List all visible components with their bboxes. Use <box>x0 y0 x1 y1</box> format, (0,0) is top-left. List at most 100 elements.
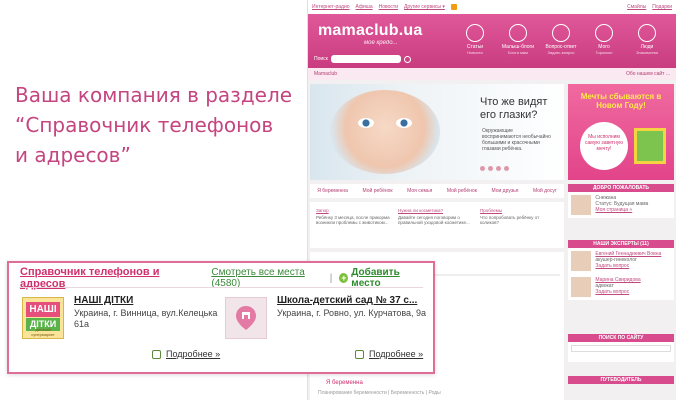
nav-sub: Гороскоп <box>595 50 613 55</box>
caption-line-1: Ваша компания в разделе <box>15 83 293 107</box>
promo-title: Мечты сбываются в Новом Году! <box>568 92 674 110</box>
welcome-body: Снежана Статус: Будущая мама Моя страниц… <box>568 192 674 218</box>
promo-banner[interactable]: Мечты сбываются в Новом Году! Мы исполни… <box>568 84 674 180</box>
question-icon <box>552 24 570 42</box>
breadcrumb-home[interactable]: Mamaclub <box>314 71 337 77</box>
logo-text: НАШІ <box>26 302 60 317</box>
more-link[interactable]: Подробнее » <box>355 349 423 359</box>
nav-item-mogo[interactable]: Мого Гороскоп <box>587 24 621 56</box>
blogs-icon <box>509 24 527 42</box>
more-label[interactable]: Подробнее » <box>166 349 220 359</box>
site-logo[interactable]: mamaclub.ua <box>318 22 422 40</box>
nav-item-blogs[interactable]: Малыш-блоги Блоги мам <box>501 24 535 56</box>
ask-question-link[interactable]: Задать вопрос <box>595 289 629 295</box>
company-logo[interactable]: НАШІ ДІТКИ дитячий супермаркет <box>22 297 64 339</box>
place-thumbnail[interactable] <box>225 297 267 339</box>
news-title[interactable]: Нужна ли косметика? <box>398 208 474 213</box>
eye-shape <box>358 118 374 128</box>
search-label: Поиск <box>314 56 328 62</box>
avatar[interactable] <box>571 195 591 215</box>
nav-sub: Блоги мам <box>508 50 528 55</box>
entry-name[interactable]: НАШІ ДІТКИ <box>74 295 133 306</box>
expert-photo[interactable] <box>571 277 591 297</box>
search-icon[interactable] <box>403 55 411 63</box>
caption-line-3: и адресов” <box>15 143 131 167</box>
topbar-link-gifts[interactable]: Подарки <box>652 4 672 10</box>
topbar-link-news[interactable]: Новости <box>379 4 398 10</box>
top-bar: Интернет-радио Афиша Новости Другие серв… <box>308 0 676 14</box>
entry-address: Украина, г. Винница, вул.Келецька 61а <box>74 308 218 329</box>
search-input[interactable] <box>330 55 401 63</box>
topbar-link-afisha[interactable]: Афиша <box>356 4 373 10</box>
my-page-link[interactable]: Моя страница » <box>595 207 632 213</box>
articles-icon <box>466 24 484 42</box>
map-pin-icon <box>236 306 256 330</box>
sidebar-search-input[interactable] <box>571 345 671 352</box>
add-icon[interactable]: + <box>339 273 349 283</box>
ask-question-link[interactable]: Задать вопрос <box>595 263 629 269</box>
hero-text: Окружающие воспринимаются необычайно бол… <box>482 128 551 152</box>
people-icon <box>638 24 656 42</box>
news-block: Запор Ребёнку 3 месяца, после прикорма во… <box>310 202 564 248</box>
site-sidebar: ДОБРО ПОЖАЛОВАТЬ Снежана Статус: Будущая… <box>568 184 674 384</box>
nav-item-qa[interactable]: Вопрос-ответ Задать вопрос <box>544 24 578 56</box>
promo-title-line: Мечты сбываются в <box>580 92 662 101</box>
hero-title-line: Что же видят <box>480 96 548 108</box>
logo-text: дитячий супермаркет <box>31 327 55 337</box>
experts-header: НАШИ ЭКСПЕРТЫ (11) <box>568 240 674 248</box>
tab-my-child[interactable]: Мой ребёнок <box>363 188 393 194</box>
header-nav: Статьи Новости Малыш-блоги Блоги мам Вопро… <box>458 24 664 56</box>
topbar-link-radio[interactable]: Интернет-радио <box>312 4 350 10</box>
details-icon <box>355 349 364 359</box>
tab-pregnant[interactable]: Я беременна <box>317 188 348 194</box>
topbar-link-services[interactable]: Другие сервисы ▾ <box>404 4 445 10</box>
directory-widget: Справочник телефонов и адресов Смотреть … <box>7 261 435 374</box>
slide-caption: Ваша компания в разделе “Справочник теле… <box>15 80 295 170</box>
hero-title: Что же видят его глазки? <box>480 96 547 122</box>
see-all-link[interactable]: Смотреть все места (4580) <box>211 267 322 289</box>
about-link[interactable]: Обо нашем сайт ... <box>626 71 670 77</box>
news-title[interactable]: Запор <box>316 208 392 213</box>
nav-sub: Задать вопрос <box>547 50 575 55</box>
tab-my-family[interactable]: Моя семья <box>407 188 432 194</box>
baby-photo <box>330 90 440 174</box>
nav-sub: Знакомства <box>636 50 658 55</box>
more-link[interactable]: Подробнее » <box>152 349 220 359</box>
tab-friends[interactable]: Мои друзья <box>492 188 519 194</box>
directory-entry: НАШІ ДІТКИ дитячий супермаркет НАШІ ДІТК… <box>22 295 222 365</box>
eye-shape <box>396 118 412 128</box>
section-links[interactable]: Планирование беременности | Беременность… <box>318 390 441 396</box>
news-title[interactable]: Проблемы <box>480 208 556 213</box>
expert-photo[interactable] <box>571 251 591 271</box>
directory-entry: Школа-детский сад № 37 с... Украина, г. … <box>225 295 427 365</box>
guide-header: ПУТЕВОДИТЕЛЬ <box>568 376 674 384</box>
entry-name[interactable]: Школа-детский сад № 37 с... <box>277 295 417 306</box>
welcome-header: ДОБРО ПОЖАЛОВАТЬ <box>568 184 674 192</box>
section-title[interactable]: Я беременна <box>326 380 363 386</box>
gift-icon <box>634 128 666 164</box>
tab-leisure[interactable]: Мой досуг <box>533 188 557 194</box>
news-text: Что попробовать ребёнку от коликов? <box>480 215 540 225</box>
news-item[interactable]: Нужна ли косметика? Давайте сегодня погов… <box>398 208 474 225</box>
site-header: mamaclub.ua моё кредо... Поиск Статьи Нов… <box>308 14 676 68</box>
news-item[interactable]: Проблемы Что попробовать ребёнку от колик… <box>480 208 556 225</box>
divider <box>19 287 423 288</box>
widget-header: Справочник телефонов и адресов Смотреть … <box>20 266 423 290</box>
nav-sub: Новости <box>467 50 483 55</box>
nav-item-people[interactable]: Люди Знакомства <box>630 24 664 56</box>
hero-pager[interactable] <box>480 166 509 171</box>
hero-banner[interactable]: Что же видят его глазки? Окружающие восп… <box>310 84 564 180</box>
more-label[interactable]: Подробнее » <box>369 349 423 359</box>
news-item[interactable]: Запор Ребёнку 3 месяца, после прикорма во… <box>316 208 392 225</box>
entry-address: Украина, г. Ровно, ул. Курчатова, 9а <box>277 308 427 318</box>
topbar-link-smiles[interactable]: Смайлы <box>627 4 646 10</box>
news-text: Давайте сегодня поговорим о правильной у… <box>398 215 470 225</box>
add-place-link[interactable]: Добавить место <box>351 267 423 289</box>
site-search-header: ПОИСК ПО САЙТУ <box>568 334 674 342</box>
rss-icon[interactable] <box>450 4 457 10</box>
tab-my-child-2[interactable]: Мой ребёнок <box>447 188 477 194</box>
promo-title-line: Новом Году! <box>596 101 646 110</box>
separator: | <box>329 272 333 284</box>
nav-item-articles[interactable]: Статьи Новости <box>458 24 492 56</box>
caption-line-2: “Справочник телефонов <box>15 113 274 137</box>
